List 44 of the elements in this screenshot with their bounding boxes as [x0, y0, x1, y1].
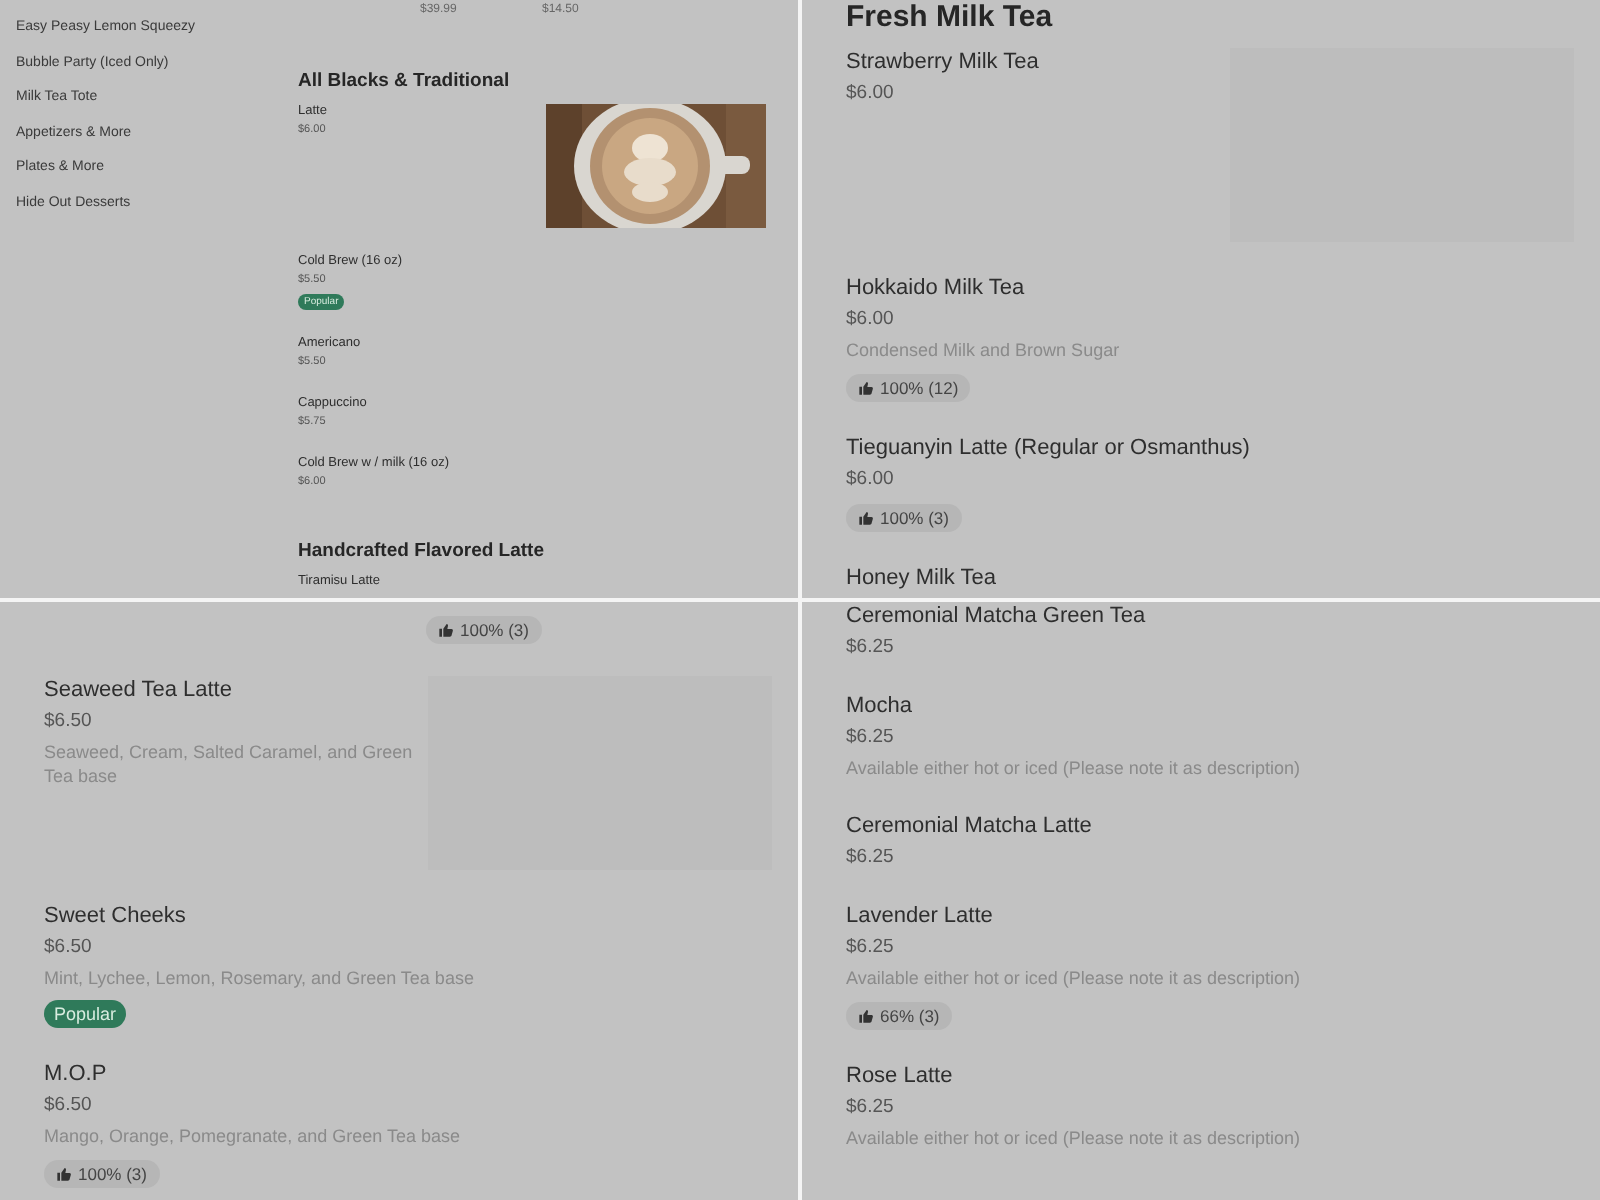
item-price: $6.25 — [846, 846, 894, 870]
item-description: Seaweed, Cream, Salted Caramel, and Green Tea base — [44, 740, 414, 788]
item-name[interactable]: Tieguanyin Latte (Regular or Osmanthus) — [846, 434, 1250, 462]
item-description: Available either hot or iced (Please note it as description) — [846, 756, 1300, 780]
thumbs-up-icon — [858, 380, 874, 396]
item-name[interactable]: Mocha — [846, 692, 913, 720]
item-price: $6.50 — [44, 710, 92, 734]
item-price: $6.50 — [44, 936, 92, 960]
rating-chip: 100% (3) — [44, 1160, 159, 1188]
item-name[interactable]: Ceremonial Matcha Green Tea — [846, 602, 1146, 630]
item-name[interactable]: Lavender Latte — [846, 902, 993, 930]
item-price: $6.00 — [846, 308, 894, 332]
item-name[interactable]: M.O.P — [44, 1060, 107, 1088]
thumbs-up-icon — [858, 1008, 874, 1024]
rating-chip: 100% (3) — [426, 616, 541, 644]
item-name[interactable]: Sweet Cheeks — [44, 902, 186, 930]
thumbs-up-icon — [438, 622, 454, 638]
item-name[interactable]: Strawberry Milk Tea — [846, 48, 1039, 76]
section-heading: Fresh Milk Tea — [846, 0, 1055, 36]
item-price: $6.00 — [846, 468, 894, 492]
item-description: Condensed Milk and Brown Sugar — [846, 338, 1120, 362]
item-price: $6.00 — [846, 82, 894, 106]
item-price: $6.25 — [846, 636, 894, 660]
item-price: $6.25 — [846, 1096, 894, 1120]
item-name[interactable]: Rose Latte — [846, 1062, 953, 1090]
section-heading: Handcrafted Flavored Latte — [298, 540, 546, 564]
rating-chip: 66% (3) — [846, 1002, 952, 1030]
item-price: $6.25 — [846, 936, 894, 960]
item-description: Mint, Lychee, Lemon, Rosemary, and Green Tea base — [44, 966, 474, 990]
item-name[interactable]: Honey Milk Tea — [846, 564, 996, 592]
item-name[interactable]: Ceremonial Matcha Latte — [846, 812, 1092, 840]
item-description: Mango, Orange, Pomegranate, and Green Tea base — [44, 1124, 460, 1148]
item-description: Available either hot or iced (Please note it as description) — [846, 966, 1300, 990]
popular-tag: Popular — [44, 1000, 127, 1028]
rating-chip: 100% (12) — [846, 374, 971, 402]
thumbs-up-icon — [56, 1166, 72, 1182]
rating-chip: 100% (3) — [846, 504, 961, 532]
item-price: $6.50 — [44, 1094, 92, 1118]
section-heading: All Blacks & Traditional — [298, 70, 512, 94]
item-price: $6.25 — [846, 726, 894, 750]
item-name[interactable]: Seaweed Tea Latte — [44, 676, 232, 704]
item-description: Available either hot or iced (Please note it as description) — [846, 1126, 1300, 1150]
item-name[interactable]: Hokkaido Milk Tea — [846, 274, 1025, 302]
thumbs-up-icon — [858, 510, 874, 526]
